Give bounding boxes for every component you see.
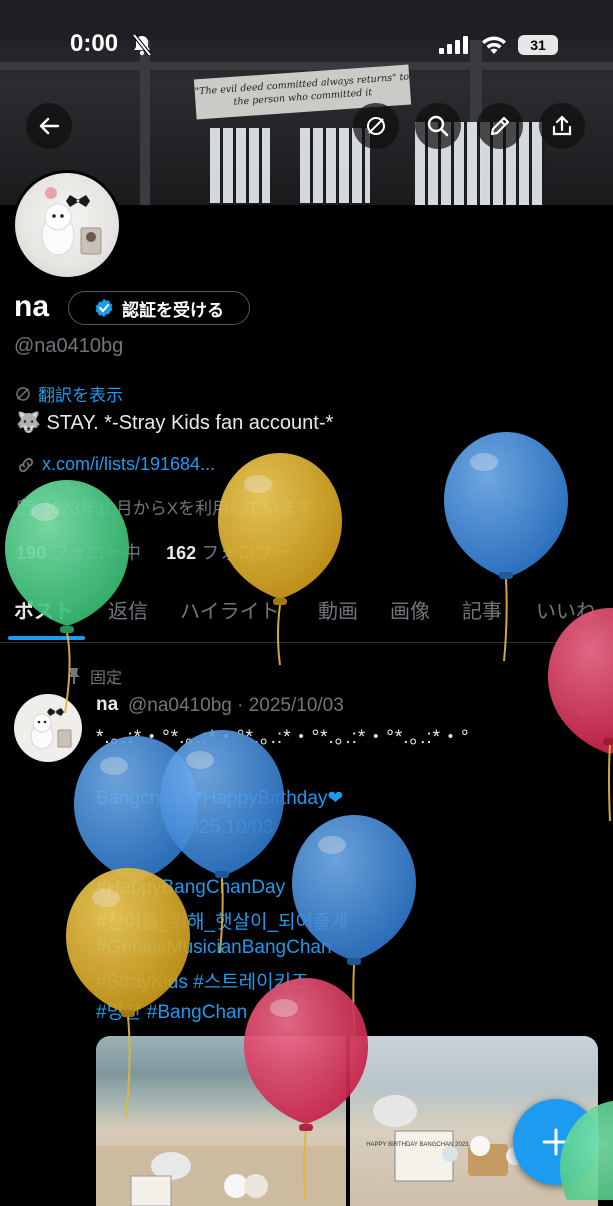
show-translation-link[interactable]: 翻訳を表示: [14, 381, 123, 406]
follow-counts: 190 フォロー中 162 フォロワー: [16, 539, 291, 565]
post-hashtag[interactable]: #HappyBangChanDay: [96, 877, 285, 899]
joined-date[interactable]: 2023年10月からXを利用しています ›: [16, 494, 326, 519]
post-author-avatar[interactable]: [14, 694, 82, 762]
search-button[interactable]: [415, 103, 461, 149]
post-hashtag[interactable]: #찬이를_위해_햇살이_되어줄게: [96, 907, 348, 934]
pinned-label: 固定: [90, 670, 123, 687]
profile-link[interactable]: x.com/i/lists/191684...: [16, 454, 215, 475]
translate-toggle-button[interactable]: [353, 103, 399, 149]
followers-link[interactable]: 162 フォロワー: [166, 543, 291, 563]
pin-icon: [68, 668, 80, 684]
tab-articles[interactable]: 記事: [462, 595, 502, 624]
link-icon: [18, 457, 34, 472]
active-tab-indicator: [8, 636, 85, 640]
compose-post-button[interactable]: [513, 1099, 599, 1185]
status-time: 0:00: [70, 30, 119, 57]
tab-posts[interactable]: ポスト: [14, 595, 74, 624]
followers-label: フォロワー: [201, 543, 292, 563]
joined-date-text: 2023年10月からXを利用しています: [42, 499, 314, 518]
get-verified-label: 認証を受ける: [122, 300, 224, 320]
post-author-name[interactable]: na: [96, 694, 118, 716]
profile-name: na: [14, 290, 50, 323]
balloon-blue: [292, 815, 416, 1056]
tab-videos[interactable]: 動画: [318, 595, 358, 624]
edit-button[interactable]: [477, 103, 523, 149]
followers-count: 162: [166, 543, 197, 563]
pinned-indicator: 固定: [66, 664, 122, 688]
plus-icon: [542, 1128, 570, 1156]
post-line-2: 2025.10/03: [178, 817, 274, 838]
tab-likes[interactable]: いいね: [536, 595, 596, 624]
show-translation-label: 翻訳を表示: [38, 386, 123, 405]
profile-link-text: x.com/i/lists/191684...: [42, 454, 216, 474]
profile-avatar[interactable]: [12, 170, 122, 280]
pencil-icon: [490, 116, 510, 136]
search-icon: [427, 115, 449, 137]
share-icon: [552, 115, 572, 136]
tab-images[interactable]: 画像: [390, 595, 430, 624]
following-count: 190: [16, 543, 47, 563]
get-verified-button[interactable]: 認証を受ける: [68, 291, 250, 325]
post-image-beach[interactable]: [96, 1036, 346, 1206]
verified-badge-icon: [95, 299, 113, 317]
silent-bell-icon: [132, 33, 152, 61]
post-hashtag[interactable]: #방찬 #BangChan: [96, 997, 247, 1024]
no-translate-icon: [367, 117, 385, 135]
back-arrow-icon: [39, 117, 60, 135]
media-caption: HAPPY BIRTHDAY BANGCHAN 2023 10/3: [366, 1142, 482, 1148]
following-link[interactable]: 190 フォロー中: [16, 543, 141, 563]
post-deco-line: *.｡.:*・°*.｡.:*・°*.｡.:*・°*.｡.:*・°*.｡.:*・°: [96, 727, 470, 748]
profile-handle: @na0410bg: [14, 335, 124, 357]
share-button[interactable]: [539, 103, 585, 149]
calendar-icon: [17, 498, 35, 515]
following-label: フォロー中: [51, 543, 142, 563]
wifi-icon: [480, 34, 508, 61]
cellular-signal-icon: [439, 36, 469, 59]
balloon-blue: [74, 736, 198, 884]
tab-replies[interactable]: 返信: [108, 595, 148, 624]
back-button[interactable]: [26, 103, 72, 149]
post-more-icon[interactable]: ⌄: [572, 695, 590, 721]
battery-indicator: 31: [518, 35, 558, 55]
profile-bio: 🐺 STAY. *-Stray Kids fan account-*: [16, 412, 334, 434]
profile-tabs: ポスト 返信 ハイライト 動画 画像 記事 いいね: [0, 585, 613, 643]
post-handle-date: @na0410bg · 2025/10/03: [128, 695, 344, 716]
chevron-right-icon: ›: [319, 495, 327, 517]
post-hashtag[interactable]: #StrayKids #스트레이키즈: [96, 967, 309, 994]
translate-icon: [16, 386, 30, 401]
tab-highlights[interactable]: ハイライト: [180, 595, 280, 624]
post-line-1: Bangchan ❤HappyBirthday❤: [96, 788, 344, 809]
post-hashtag[interactable]: #GeniusMusicianBangChan: [96, 937, 332, 959]
